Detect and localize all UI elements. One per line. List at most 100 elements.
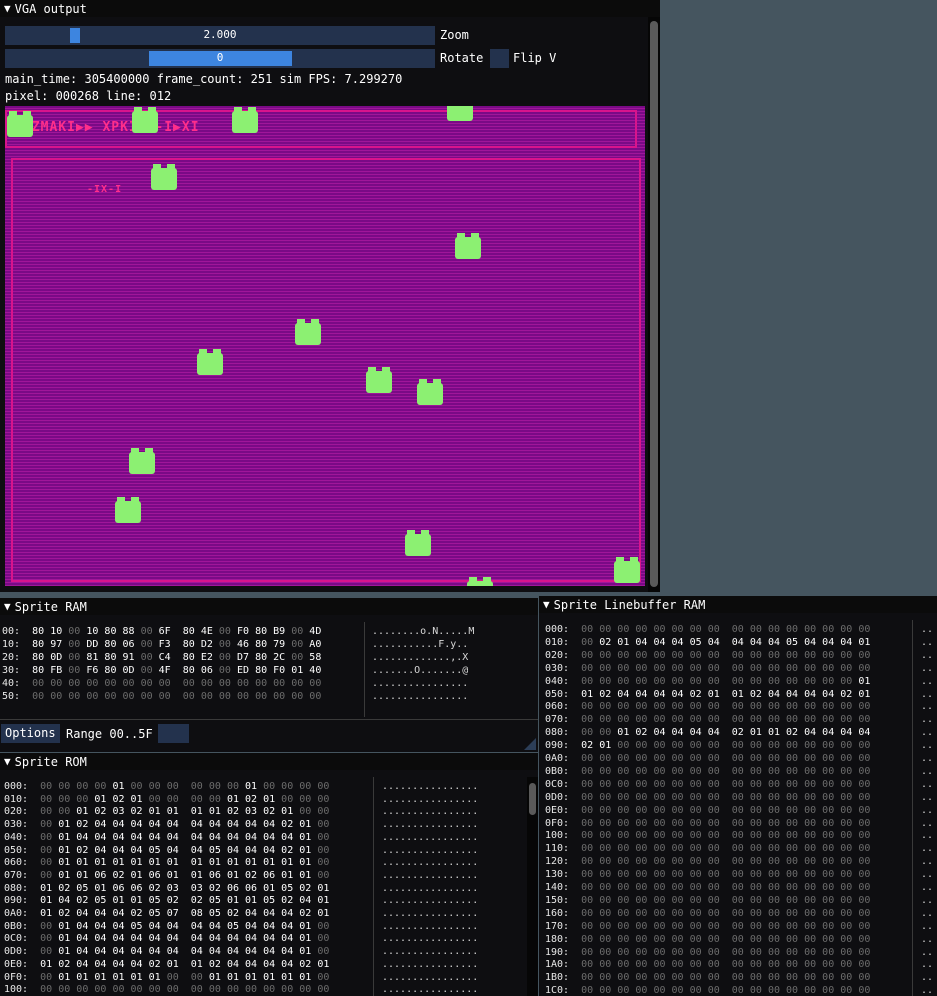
hex-byte[interactable]: 04 (822, 727, 834, 738)
hex-byte[interactable]: 00 (635, 701, 647, 712)
hex-byte[interactable]: 00 (245, 984, 257, 995)
hex-byte[interactable]: 00 (750, 766, 762, 777)
hex-byte[interactable]: 00 (858, 959, 870, 970)
hex-byte[interactable]: 00 (68, 678, 80, 689)
hex-byte[interactable]: 05 (149, 895, 161, 906)
hex-byte[interactable]: 10 (86, 626, 98, 637)
hex-byte[interactable]: E2 (201, 652, 213, 663)
hex-byte[interactable]: 0D (50, 652, 62, 663)
hex-byte[interactable]: 06 (131, 883, 143, 894)
hex-byte[interactable]: 01 (76, 806, 88, 817)
hex-byte[interactable]: 00 (672, 908, 684, 919)
hex-byte[interactable]: 04 (112, 959, 124, 970)
hex-byte[interactable]: 00 (317, 972, 329, 983)
hex-byte[interactable]: 80 (32, 626, 44, 637)
hex-byte[interactable]: 00 (317, 857, 329, 868)
hex-byte[interactable]: 00 (672, 779, 684, 790)
hex-byte[interactable]: 00 (732, 843, 744, 854)
hex-byte[interactable]: 04 (840, 637, 852, 648)
hex-byte[interactable]: 00 (750, 830, 762, 841)
hex-byte[interactable]: 00 (40, 984, 52, 995)
hex-byte[interactable]: 00 (708, 779, 720, 790)
sprite-ram-titlebar[interactable]: ▼ Sprite RAM (0, 598, 538, 615)
hex-byte[interactable]: 00 (786, 779, 798, 790)
hex-byte[interactable]: 00 (653, 869, 665, 880)
hex-byte[interactable]: 01 (76, 857, 88, 868)
hex-byte[interactable]: 00 (635, 766, 647, 777)
hex-byte[interactable]: 04 (149, 921, 161, 932)
hex-byte[interactable]: 04 (245, 832, 257, 843)
hex-byte[interactable]: 00 (209, 781, 221, 792)
vga-output-titlebar[interactable]: ▼ VGA output (0, 0, 660, 17)
hex-byte[interactable]: 01 (167, 870, 179, 881)
hex-byte[interactable]: 01 (94, 972, 106, 983)
hex-byte[interactable]: 04 (768, 637, 780, 648)
hex-byte[interactable]: 00 (40, 933, 52, 944)
hex-byte[interactable]: D2 (201, 639, 213, 650)
hex-byte[interactable]: 00 (858, 895, 870, 906)
hex-byte[interactable]: 00 (840, 985, 852, 996)
hex-byte[interactable]: 00 (732, 959, 744, 970)
hex-byte[interactable]: 00 (804, 908, 816, 919)
hex-byte[interactable]: 00 (708, 753, 720, 764)
hex-byte[interactable]: 00 (617, 650, 629, 661)
hex-byte[interactable]: 04 (191, 832, 203, 843)
hex-byte[interactable]: 80 (32, 665, 44, 676)
hex-byte[interactable]: 00 (672, 959, 684, 970)
hex-byte[interactable]: 01 (617, 637, 629, 648)
hex-byte[interactable]: 00 (273, 678, 285, 689)
hex-byte[interactable]: 00 (599, 676, 611, 687)
hex-byte[interactable]: 00 (768, 921, 780, 932)
hex-byte[interactable]: 04 (131, 845, 143, 856)
hex-byte[interactable]: 00 (708, 818, 720, 829)
hex-byte[interactable]: 00 (40, 857, 52, 868)
hex-byte[interactable]: 00 (804, 766, 816, 777)
hex-byte[interactable]: 00 (858, 869, 870, 880)
hex-byte[interactable]: 00 (804, 753, 816, 764)
collapse-triangle-icon[interactable]: ▼ (543, 598, 550, 611)
hex-byte[interactable]: 00 (635, 650, 647, 661)
hex-byte[interactable]: 00 (299, 781, 311, 792)
hex-byte[interactable]: 00 (840, 843, 852, 854)
hex-byte[interactable]: 02 (299, 883, 311, 894)
hex-byte[interactable]: 80 (32, 639, 44, 650)
hex-byte[interactable]: 00 (840, 959, 852, 970)
hex-byte[interactable]: 04 (209, 921, 221, 932)
hex-byte[interactable]: 06 (149, 870, 161, 881)
hex-byte[interactable]: 00 (653, 740, 665, 751)
hex-byte[interactable]: 00 (858, 818, 870, 829)
hex-byte[interactable]: 01 (291, 665, 303, 676)
hex-byte[interactable]: 00 (617, 818, 629, 829)
hex-byte[interactable]: 00 (804, 650, 816, 661)
hex-byte[interactable]: 00 (732, 753, 744, 764)
hex-byte[interactable]: 01 (131, 870, 143, 881)
hex-byte[interactable]: 01 (299, 845, 311, 856)
hex-byte[interactable]: 00 (183, 678, 195, 689)
hex-byte[interactable]: 00 (732, 921, 744, 932)
hex-byte[interactable]: 00 (732, 714, 744, 725)
hex-byte[interactable]: 00 (732, 676, 744, 687)
hex-byte[interactable]: 01 (317, 908, 329, 919)
hex-byte[interactable]: 00 (822, 818, 834, 829)
hex-byte[interactable]: 00 (167, 781, 179, 792)
hex-byte[interactable]: 00 (635, 895, 647, 906)
hex-byte[interactable]: 01 (131, 794, 143, 805)
hex-byte[interactable]: 00 (858, 779, 870, 790)
hex-byte[interactable]: 01 (131, 895, 143, 906)
hex-byte[interactable]: 00 (599, 714, 611, 725)
hex-byte[interactable]: 00 (750, 714, 762, 725)
hex-byte[interactable]: 00 (635, 676, 647, 687)
hex-byte[interactable]: 00 (822, 934, 834, 945)
hex-byte[interactable]: 00 (786, 830, 798, 841)
hex-byte[interactable]: 00 (858, 934, 870, 945)
hex-byte[interactable]: 04 (76, 959, 88, 970)
hex-byte[interactable]: 00 (281, 794, 293, 805)
hex-byte[interactable]: 00 (786, 947, 798, 958)
hex-byte[interactable]: 00 (617, 947, 629, 958)
hex-byte[interactable]: 01 (149, 857, 161, 868)
hex-byte[interactable]: 04 (281, 908, 293, 919)
hex-byte[interactable]: 06 (245, 883, 257, 894)
hex-byte[interactable]: 00 (822, 792, 834, 803)
hex-byte[interactable]: 00 (822, 766, 834, 777)
hex-byte[interactable]: 04 (227, 933, 239, 944)
